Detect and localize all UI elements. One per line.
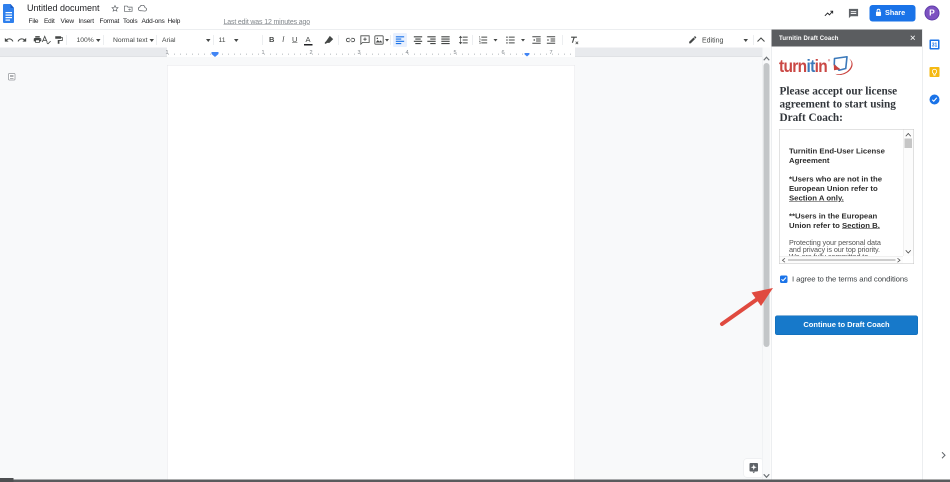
svg-text:3: 3 (479, 41, 481, 45)
svg-text:turnitin: turnitin (779, 56, 828, 76)
svg-text:31: 31 (932, 43, 938, 49)
